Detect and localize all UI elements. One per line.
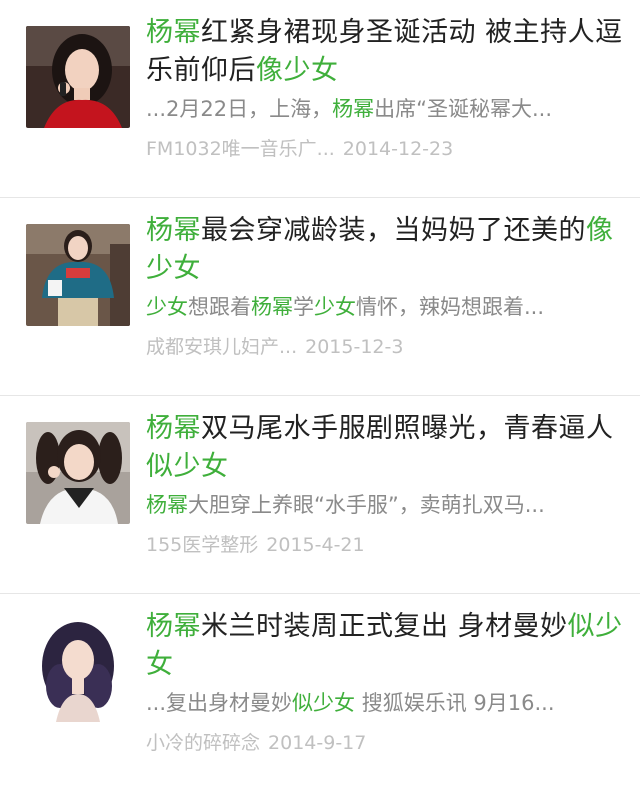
snippet-text: ...复出身材曼妙 [146,691,293,715]
snippet-highlight: 似少女 [292,691,356,715]
snippet-highlight: 杨幂 [332,97,375,121]
result-title[interactable]: 杨幂双马尾水手服剧照曝光，青春逼人似少女 [146,410,624,486]
snippet-highlight: 杨幂 [251,295,293,319]
result-meta: 155医学整形 2015-4-21 [146,532,624,558]
title-text: 最会穿减龄装，当妈妈了还美的 [201,215,586,246]
result-item[interactable]: 杨幂红紧身裙现身圣诞活动 被主持人逗乐前仰后像少女 ...2月22日，上海，杨幂… [0,0,640,198]
snippet-text: 想跟着 [188,295,251,319]
result-source: 小冷的碎碎念 [146,732,261,754]
portrait-curly-hair-thumbnail-icon [26,620,130,722]
result-snippet: 杨幂大胆穿上养眼“水手服”，卖萌扎双马... [146,490,624,520]
result-date: 2014-9-17 [268,732,367,754]
portrait-twin-tails-thumbnail-icon [26,422,130,524]
result-snippet: ...复出身材曼妙似少女 搜狐娱乐讯 9月16... [146,688,624,718]
snippet-text: 学 [293,295,314,319]
snippet-text: 出席“圣诞秘幂大... [374,97,553,121]
result-item[interactable]: 杨幂双马尾水手服剧照曝光，青春逼人似少女 杨幂大胆穿上养眼“水手服”，卖萌扎双马… [0,396,640,594]
result-source: 成都安琪儿妇产... [146,336,298,358]
result-source: FM1032唯一音乐广... [146,138,335,160]
snippet-highlight: 少女 [146,295,188,319]
title-text: 红紧身裙现身圣诞活动 被主持人逗乐前仰后 [146,17,623,86]
result-thumbnail[interactable] [26,422,130,524]
result-title[interactable]: 杨幂最会穿减龄装，当妈妈了还美的像少女 [146,212,624,288]
result-thumbnail[interactable] [26,224,130,326]
result-title[interactable]: 杨幂红紧身裙现身圣诞活动 被主持人逗乐前仰后像少女 [146,14,624,90]
result-item[interactable]: 杨幂最会穿减龄装，当妈妈了还美的像少女 少女想跟着杨幂学少女情怀，辣妈想跟着..… [0,198,640,396]
result-thumbnail[interactable] [26,26,130,128]
result-date: 2015-4-21 [266,534,365,556]
result-snippet: 少女想跟着杨幂学少女情怀，辣妈想跟着... [146,292,624,322]
title-highlight: 杨幂 [146,17,201,48]
snippet-text: 大胆穿上养眼“水手服”，卖萌扎双马... [188,493,545,517]
result-source: 155医学整形 [146,534,259,556]
title-highlight: 杨幂 [146,215,201,246]
title-highlight: 杨幂 [146,413,201,444]
snippet-text: 情怀，辣妈想跟着... [356,295,545,319]
portrait-red-dress-thumbnail-icon [26,26,130,128]
result-meta: 小冷的碎碎念 2014-9-17 [146,730,624,756]
snippet-text: 搜狐娱乐讯 9月16... [355,691,555,715]
result-title[interactable]: 杨幂米兰时装周正式复出 身材曼妙似少女 [146,608,624,684]
snippet-highlight: 杨幂 [146,493,188,517]
result-snippet: ...2月22日，上海，杨幂出席“圣诞秘幂大... [146,94,624,124]
result-thumbnail[interactable] [26,620,130,722]
result-meta: 成都安琪儿妇产... 2015-12-3 [146,334,624,360]
snippet-text: ...2月22日，上海， [146,97,333,121]
title-highlight: 似少女 [146,451,229,482]
portrait-sweater-thumbnail-icon [26,224,130,326]
title-highlight: 杨幂 [146,611,201,642]
result-item[interactable]: 杨幂米兰时装周正式复出 身材曼妙似少女 ...复出身材曼妙似少女 搜狐娱乐讯 9… [0,594,640,792]
snippet-highlight: 少女 [314,295,356,319]
result-meta: FM1032唯一音乐广... 2014-12-23 [146,136,624,162]
title-text: 米兰时装周正式复出 身材曼妙 [201,611,568,642]
title-text: 双马尾水手服剧照曝光，青春逼人 [201,413,614,444]
search-results-list: 杨幂红紧身裙现身圣诞活动 被主持人逗乐前仰后像少女 ...2月22日，上海，杨幂… [0,0,640,763]
result-date: 2014-12-23 [342,138,454,160]
title-highlight: 像少女 [256,55,339,86]
result-date: 2015-12-3 [305,336,404,358]
